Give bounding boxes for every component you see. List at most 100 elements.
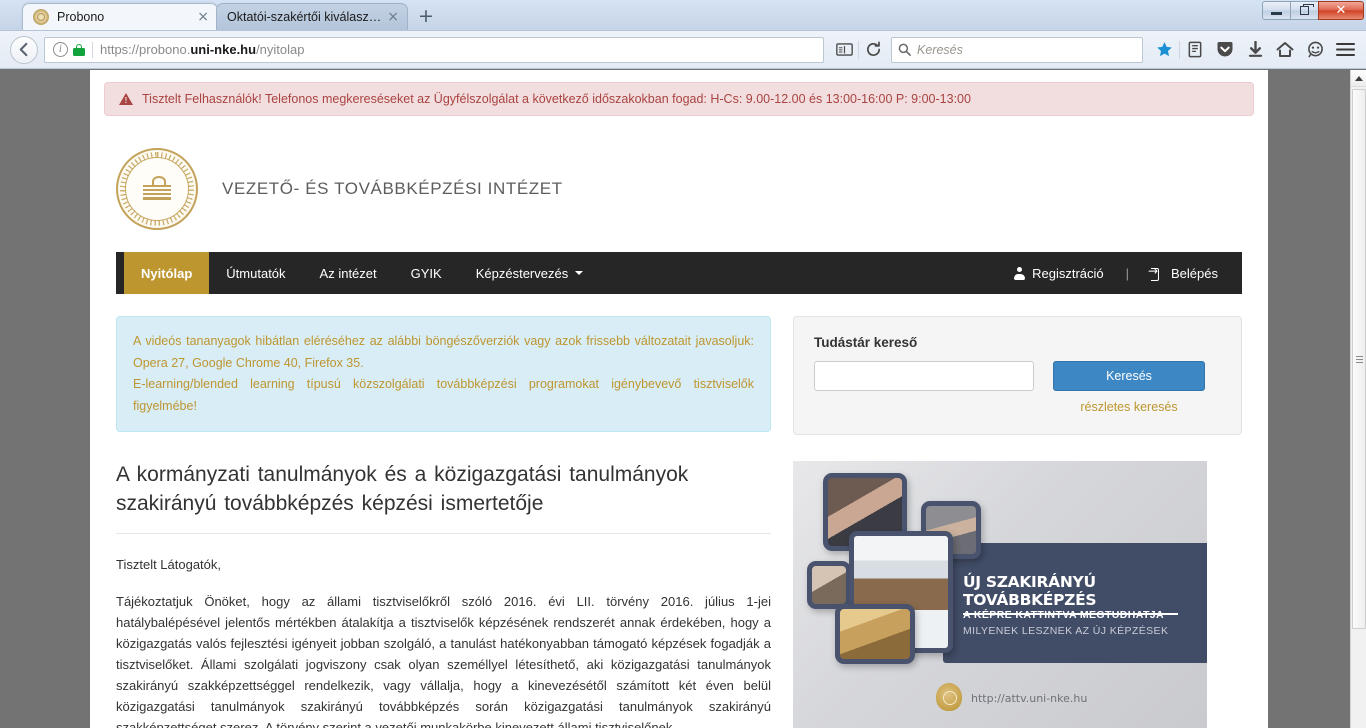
nav-label: Útmutatók bbox=[226, 265, 286, 281]
browser-tab-oktatoi[interactable]: Oktatói-szakértői kiválasztási re... × bbox=[216, 3, 408, 30]
register-label: Regisztráció bbox=[1032, 265, 1104, 281]
page-title: A kormányzati tanulmányok és a közigazga… bbox=[116, 461, 771, 519]
close-icon[interactable]: × bbox=[387, 10, 399, 24]
nav-item-az-intezet[interactable]: Az intézet bbox=[303, 252, 394, 294]
banner-photo-5 bbox=[835, 604, 915, 664]
url-scheme: https://probono. bbox=[100, 42, 191, 57]
library-icon[interactable] bbox=[1180, 36, 1210, 64]
article-section: A kormányzati tanulmányok és a közigazga… bbox=[104, 435, 1254, 728]
banner-logo-icon bbox=[936, 683, 962, 711]
login-arrow-icon bbox=[1148, 264, 1164, 281]
infobox-line-1: A videós tananyagok hibátlan eléréséhez … bbox=[133, 334, 754, 370]
banner-subline-2: MILYENEK LESZNEK AZ ÚJ KÉPZÉSEK bbox=[963, 625, 1169, 637]
browser-recommendation-box: A videós tananyagok hibátlan eléréséhez … bbox=[116, 316, 771, 432]
title-divider bbox=[116, 532, 771, 534]
knowledge-search-actions: Keresés részletes keresés bbox=[1053, 361, 1205, 414]
article-sidebar: ÚJ SZAKIRÁNYÚ TOVÁBBKÉPZÉS A KÉPRE KATTI… bbox=[793, 461, 1242, 728]
downloads-icon[interactable] bbox=[1240, 36, 1270, 64]
scrollbar-grip bbox=[1355, 355, 1363, 363]
knowledge-search-column: Tudástár kereső Keresés részletes keresé… bbox=[793, 316, 1242, 435]
banner-photo-3 bbox=[807, 561, 851, 609]
warning-triangle-icon bbox=[119, 93, 133, 105]
tab-title: Probono bbox=[57, 10, 105, 24]
chevron-down-icon bbox=[575, 271, 584, 275]
back-arrow-icon bbox=[19, 42, 27, 57]
knowledge-search-button[interactable]: Keresés bbox=[1053, 361, 1205, 391]
new-tab-button[interactable]: + bbox=[418, 7, 434, 26]
page-info-icon[interactable]: i bbox=[53, 42, 68, 57]
bookmark-star-icon[interactable] bbox=[1149, 36, 1179, 64]
site-content-wrapper: Tisztelt Felhasználók! Telefonos megkere… bbox=[90, 70, 1268, 728]
favicon-icon bbox=[33, 9, 49, 25]
top-columns: A videós tananyagok hibátlan eléréséhez … bbox=[104, 294, 1254, 435]
banner-subline-1: A KÉPRE KATTINTVA MEGTUDHATJA bbox=[963, 609, 1164, 621]
register-button[interactable]: Regisztráció bbox=[1007, 266, 1110, 281]
url-text: https://probono.uni-nke.hu/nyitolap bbox=[100, 42, 304, 57]
browser-window: Probono × Oktatói-szakértői kiválasztási… bbox=[0, 0, 1366, 728]
scroll-up-button[interactable] bbox=[1351, 70, 1366, 87]
knowledge-search-row: Keresés részletes keresés bbox=[814, 361, 1221, 414]
nav-label: Képzéstervezés bbox=[475, 265, 569, 281]
tab-title: Oktatói-szakértői kiválasztási re... bbox=[227, 10, 381, 24]
uj-szakiranyu-tovabbkepzes-banner[interactable]: ÚJ SZAKIRÁNYÚ TOVÁBBKÉPZÉS A KÉPRE KATTI… bbox=[793, 461, 1207, 728]
browser-search-box[interactable]: Keresés bbox=[891, 36, 1143, 63]
login-label: Belépés bbox=[1171, 265, 1218, 281]
browser-titlebar: Probono × Oktatói-szakértői kiválasztási… bbox=[0, 0, 1366, 31]
login-button[interactable]: Belépés bbox=[1145, 264, 1224, 281]
article-title-line2: szakirányú továbbképzés képzési ismertet… bbox=[116, 491, 544, 515]
web-page: Tisztelt Felhasználók! Telefonos megkere… bbox=[0, 70, 1350, 728]
page-viewport: Tisztelt Felhasználók! Telefonos megkere… bbox=[0, 70, 1366, 728]
nav-item-gyik[interactable]: GYIK bbox=[394, 252, 459, 294]
browser-toolbar: i https://probono.uni-nke.hu/nyitolap Ke… bbox=[0, 31, 1366, 69]
nav-item-kepzestervezes[interactable]: Képzéstervezés bbox=[459, 252, 601, 294]
nav-label: Nyitólap bbox=[141, 265, 193, 281]
sync-account-icon[interactable] bbox=[1300, 36, 1330, 64]
address-bar[interactable]: i https://probono.uni-nke.hu/nyitolap bbox=[44, 36, 824, 63]
person-icon bbox=[1013, 266, 1025, 280]
advanced-search-link[interactable]: részletes keresés bbox=[1080, 400, 1177, 414]
seal-crest bbox=[143, 176, 171, 202]
site-container: Tisztelt Felhasználók! Telefonos megkere… bbox=[104, 70, 1254, 728]
lock-icon bbox=[73, 43, 85, 57]
url-divider bbox=[92, 41, 93, 58]
search-icon bbox=[898, 43, 911, 56]
nav-account-actions: Regisztráció | Belépés bbox=[1007, 252, 1242, 294]
browser-tab-probono[interactable]: Probono × bbox=[22, 3, 218, 30]
reader-view-icon[interactable] bbox=[830, 37, 858, 63]
scrollbar-thumb[interactable] bbox=[1352, 89, 1366, 629]
close-window-button[interactable]: ✕ bbox=[1318, 1, 1364, 20]
browser-recommendation-column: A videós tananyagok hibátlan eléréséhez … bbox=[116, 316, 771, 435]
url-path: /nyitolap bbox=[256, 42, 305, 57]
minimize-button[interactable] bbox=[1262, 1, 1291, 20]
nav-label: Az intézet bbox=[319, 265, 377, 281]
pocket-icon[interactable] bbox=[1210, 36, 1240, 64]
close-icon[interactable]: × bbox=[197, 10, 209, 24]
nav-items: Nyitólap Útmutatók Az intézet GYIK Képzé… bbox=[116, 252, 600, 294]
home-icon[interactable] bbox=[1270, 36, 1300, 64]
reload-icon[interactable] bbox=[859, 37, 887, 63]
knowledge-search-input[interactable] bbox=[814, 361, 1034, 391]
banner-url: http://attv.uni-nke.hu bbox=[971, 692, 1088, 705]
article-main: A kormányzati tanulmányok és a közigazga… bbox=[116, 461, 771, 728]
site-title: VEZETŐ- ÉS TOVÁBBKÉPZÉSI INTÉZET bbox=[222, 179, 563, 198]
tab-strip: Probono × Oktatói-szakértői kiválasztási… bbox=[0, 0, 434, 30]
maximize-button[interactable] bbox=[1290, 1, 1319, 20]
knowledge-search-title: Tudástár kereső bbox=[814, 335, 918, 350]
infobox-line-2: E-learning/blended learning típusú közsz… bbox=[133, 377, 754, 413]
url-host: uni-nke.hu bbox=[190, 42, 257, 57]
article-title-line1: A kormányzati tanulmányok és a közigazga… bbox=[116, 463, 689, 486]
alert-text: Tisztelt Felhasználók! Telefonos megkere… bbox=[142, 92, 971, 106]
chevron-up-icon bbox=[1355, 75, 1363, 81]
window-controls: ✕ bbox=[1262, 1, 1364, 20]
knowledge-search-panel: Tudástár kereső Keresés részletes keresé… bbox=[793, 316, 1242, 435]
nav-item-nyitolap[interactable]: Nyitólap bbox=[124, 252, 210, 294]
nav-divider: | bbox=[1125, 265, 1130, 281]
article-greeting: Tisztelt Látogatók, bbox=[116, 556, 222, 572]
vertical-scrollbar[interactable] bbox=[1350, 70, 1366, 728]
menu-hamburger-icon[interactable] bbox=[1330, 36, 1360, 64]
service-hours-alert: Tisztelt Felhasználók! Telefonos megkere… bbox=[104, 82, 1254, 116]
nke-seal-logo-icon[interactable] bbox=[116, 148, 198, 230]
nav-item-utmutatok[interactable]: Útmutatók bbox=[209, 252, 302, 294]
nav-label: GYIK bbox=[410, 265, 442, 281]
back-button[interactable] bbox=[10, 35, 38, 64]
